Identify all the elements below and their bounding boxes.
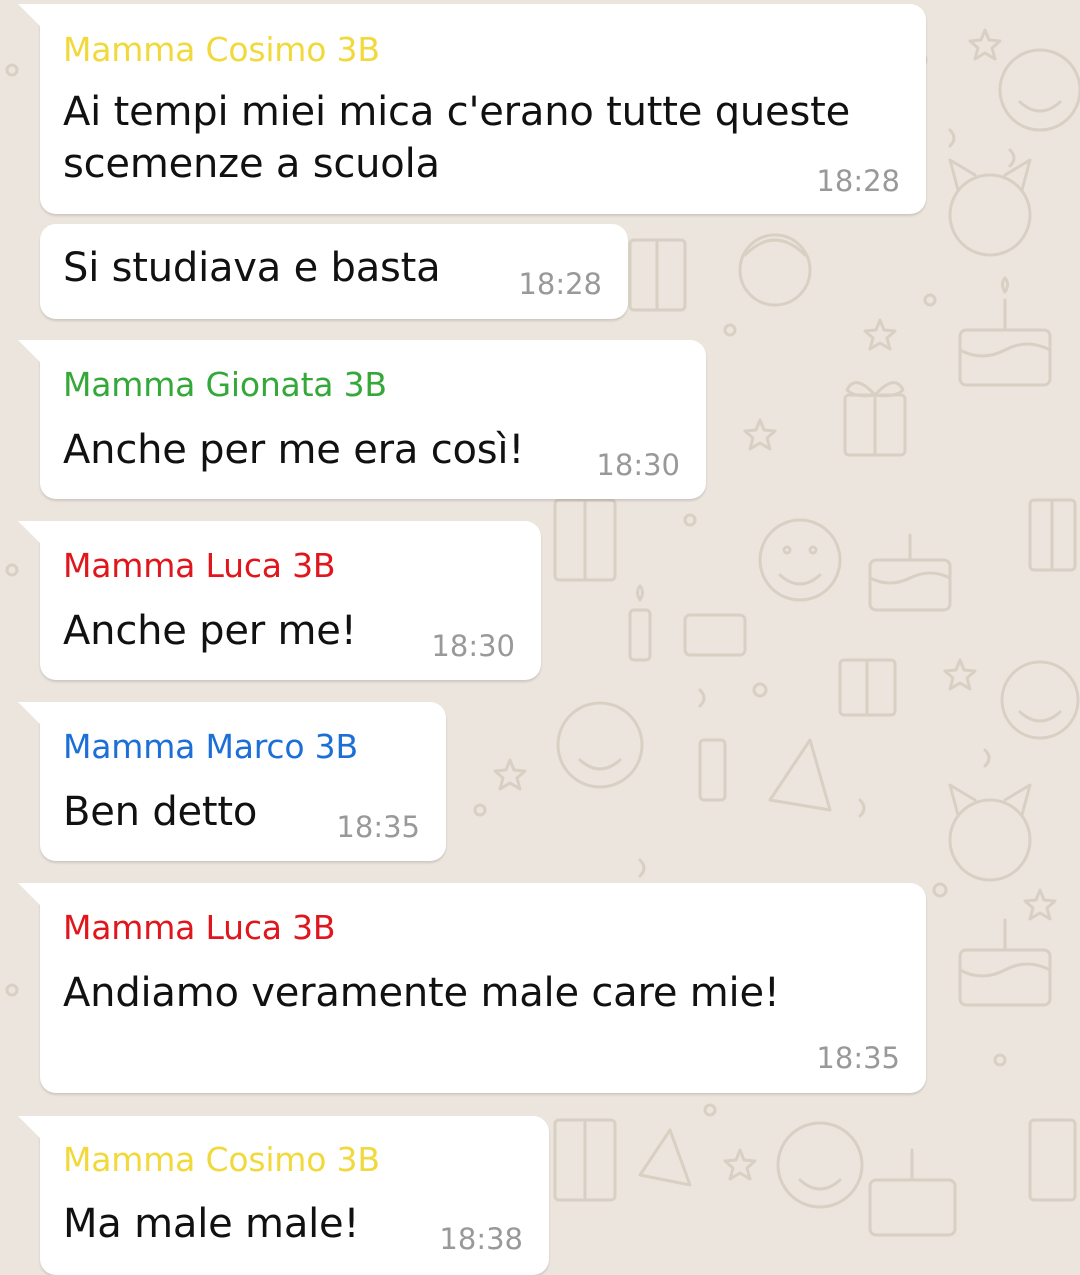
message-timestamp: 18:28 <box>518 267 602 301</box>
party-hat-doodle-icon <box>638 1128 692 1187</box>
message-bubble[interactable]: Mamma Marco 3B Ben detto 18:35 <box>18 702 446 861</box>
smiley-doodle-icon <box>556 701 644 789</box>
message-text-line: Si studiava e basta <box>63 245 441 291</box>
message-bubble[interactable]: Mamma Gionata 3B Anche per me era così! … <box>18 340 706 499</box>
smiley-doodle-icon <box>1000 660 1080 740</box>
candle-doodle-icon <box>698 738 727 802</box>
message-text-line: scemenze a scuola <box>63 141 440 187</box>
smiley-doodle-icon <box>758 518 842 602</box>
message-timestamp: 18:35 <box>336 810 420 844</box>
cake-doodle-icon <box>868 533 952 612</box>
gift-doodle-icon <box>843 381 907 457</box>
gift-doodle-icon <box>1028 1118 1077 1202</box>
message-timestamp: 18:35 <box>816 1041 900 1075</box>
message-bubble[interactable]: Si studiava e basta 18:28 <box>40 224 628 319</box>
gift-doodle-icon <box>838 658 897 717</box>
message-text-line: Anche per me! <box>63 608 357 654</box>
sender-name[interactable]: Mamma Luca 3B <box>63 546 336 585</box>
message-bubble[interactable]: Mamma Cosimo 3B Ma male male! 18:38 <box>18 1116 549 1275</box>
sender-name[interactable]: Mamma Cosimo 3B <box>63 1140 380 1179</box>
girl-doodle-icon <box>738 233 812 307</box>
sender-name[interactable]: Mamma Gionata 3B <box>63 365 387 404</box>
gift-doodle-icon <box>553 498 617 582</box>
message-text-line: Andiamo veramente male care mie! <box>63 970 780 1016</box>
message-bubble[interactable]: Mamma Luca 3B Andiamo veramente male car… <box>18 883 926 1093</box>
cake-doodle-icon <box>958 276 1052 387</box>
sender-name[interactable]: Mamma Marco 3B <box>63 727 358 766</box>
message-timestamp: 18:30 <box>431 629 515 663</box>
gift-doodle-icon <box>1028 498 1077 572</box>
message-text-line: Ai tempi miei mica c'erano tutte queste <box>63 89 850 135</box>
message-text-line: Ma male male! <box>63 1201 360 1247</box>
cake-doodle-icon <box>958 918 1052 1007</box>
smiley-doodle-icon <box>776 1121 864 1209</box>
message-bubble[interactable]: Mamma Luca 3B Anche per me! 18:30 <box>18 521 541 680</box>
message-bubble[interactable]: Mamma Cosimo 3B Ai tempi miei mica c'era… <box>18 4 926 214</box>
gift-doodle-icon <box>628 238 687 312</box>
cake-doodle-icon <box>683 613 747 657</box>
message-text-line: Ben detto <box>63 789 258 835</box>
smiley-doodle-icon <box>998 48 1080 132</box>
candle-doodle-icon <box>628 584 652 662</box>
message-text-line: Anche per me era così! <box>63 427 525 473</box>
party-hat-doodle-icon <box>768 738 832 812</box>
gift-doodle-icon <box>553 1118 617 1202</box>
cat-doodle-icon <box>948 158 1032 257</box>
message-timestamp: 18:30 <box>596 448 680 482</box>
message-timestamp: 18:38 <box>439 1222 523 1256</box>
sender-name[interactable]: Mamma Cosimo 3B <box>63 30 380 69</box>
sender-name[interactable]: Mamma Luca 3B <box>63 908 336 947</box>
cat-doodle-icon <box>948 783 1032 882</box>
message-timestamp: 18:28 <box>816 164 900 198</box>
cake-doodle-icon <box>868 1148 957 1237</box>
